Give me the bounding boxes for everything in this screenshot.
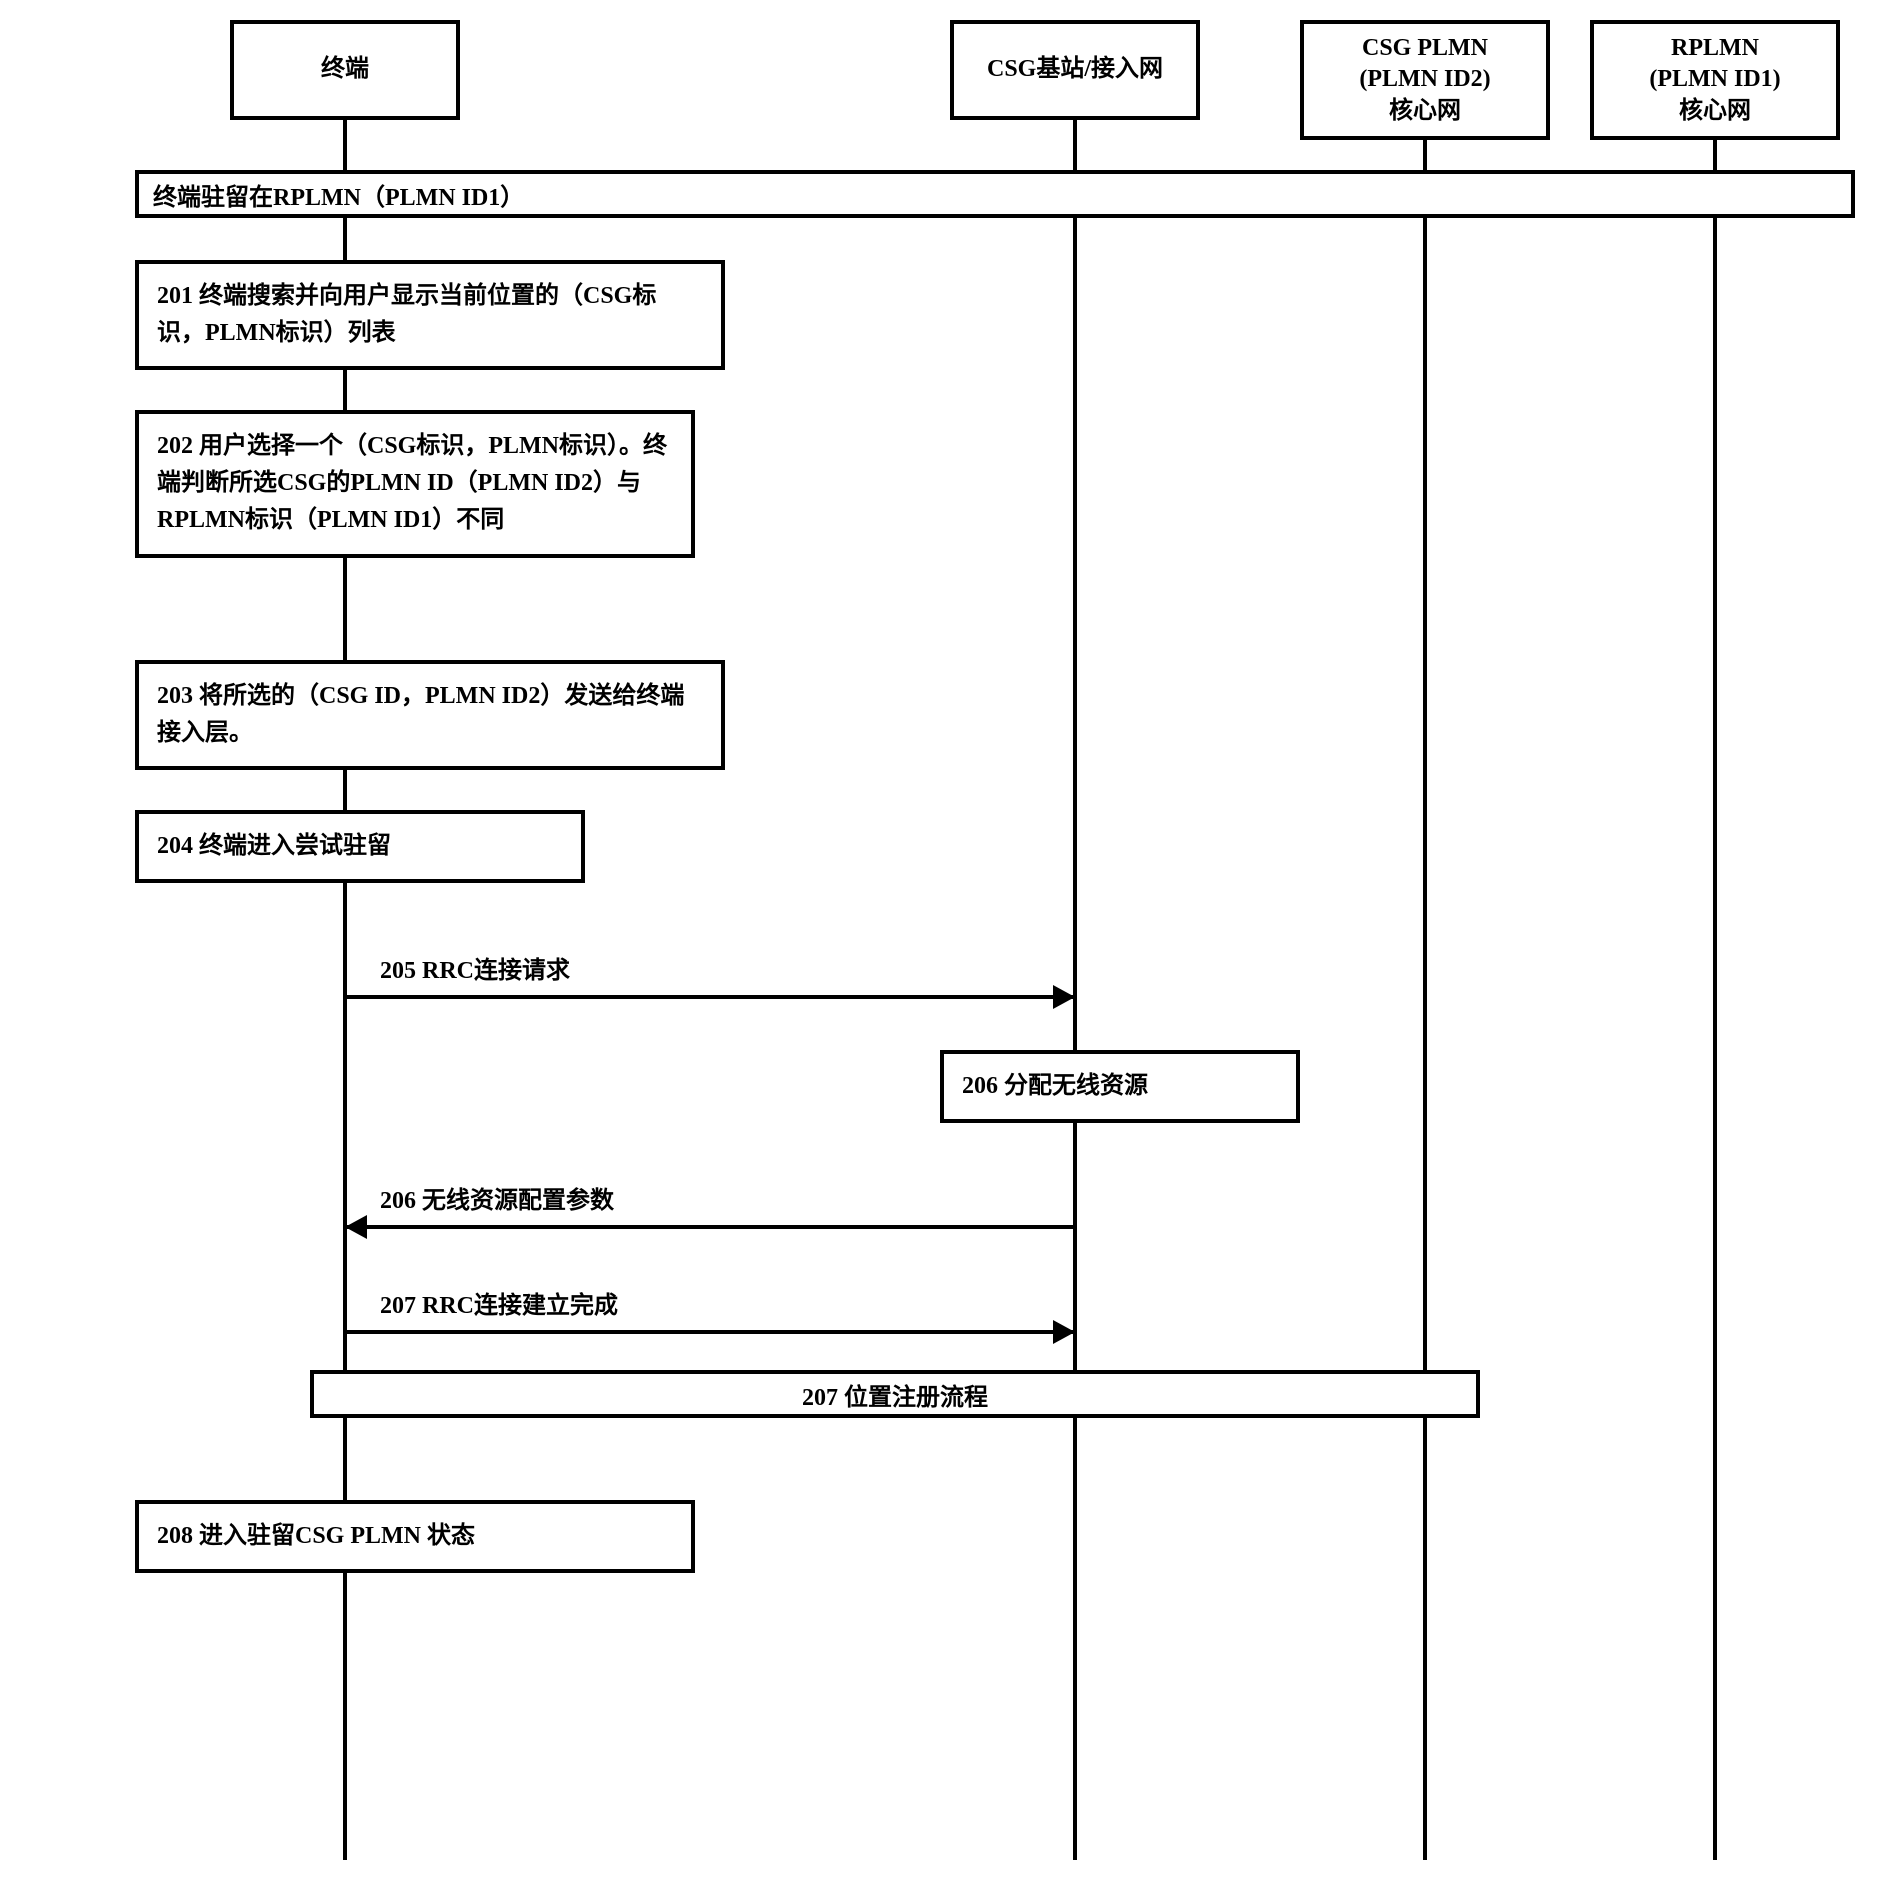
participant-rplmn: RPLMN (PLMN ID1) 核心网: [1590, 20, 1840, 140]
step-206-alloc: 206 分配无线资源: [940, 1050, 1300, 1123]
lifeline-rplmn: [1713, 140, 1717, 1860]
msg-205-arrow: [347, 995, 1073, 999]
step-202: 202 用户选择一个（CSG标识，PLMN标识）。终端判断所选CSG的PLMN …: [135, 410, 695, 558]
step-203: 203 将所选的（CSG ID，PLMN ID2）发送给终端接入层。: [135, 660, 725, 770]
participant-csg-bs: CSG基站/接入网: [950, 20, 1200, 120]
participant-rplmn-label: RPLMN (PLMN ID1) 核心网: [1649, 33, 1780, 127]
span-207-location-reg-label: 207 位置注册流程: [802, 1377, 988, 1412]
participant-terminal-label: 终端: [321, 54, 369, 85]
step-202-text: 202 用户选择一个（CSG标识，PLMN标识）。终端判断所选CSG的PLMN …: [157, 433, 667, 533]
step-206-alloc-text: 206 分配无线资源: [962, 1073, 1148, 1099]
step-208: 208 进入驻留CSG PLMN 状态: [135, 1500, 695, 1573]
step-201: 201 终端搜索并向用户显示当前位置的（CSG标识，PLMN标识）列表: [135, 260, 725, 370]
step-204-text: 204 终端进入尝试驻留: [157, 833, 391, 859]
msg-206-label: 206 无线资源配置参数: [380, 1180, 614, 1215]
step-201-text: 201 终端搜索并向用户显示当前位置的（CSG标识，PLMN标识）列表: [157, 283, 656, 346]
msg-207a-arrow: [347, 1330, 1073, 1334]
span-camp-rplmn: 终端驻留在RPLMN（PLMN ID1）: [135, 170, 1855, 218]
msg-206-arrow: [347, 1225, 1073, 1229]
msg-207a-label: 207 RRC连接建立完成: [380, 1285, 618, 1320]
participant-csg-plmn: CSG PLMN (PLMN ID2) 核心网: [1300, 20, 1550, 140]
participant-csg-plmn-label: CSG PLMN (PLMN ID2) 核心网: [1359, 33, 1490, 127]
span-207-location-reg: 207 位置注册流程: [310, 1370, 1480, 1418]
sequence-diagram: 终端 CSG基站/接入网 CSG PLMN (PLMN ID2) 核心网 RPL…: [20, 20, 1860, 1860]
step-203-text: 203 将所选的（CSG ID，PLMN ID2）发送给终端接入层。: [157, 683, 684, 746]
lifeline-terminal: [343, 120, 347, 1860]
participant-csg-bs-label: CSG基站/接入网: [987, 54, 1163, 85]
step-204: 204 终端进入尝试驻留: [135, 810, 585, 883]
participant-terminal: 终端: [230, 20, 460, 120]
span-camp-rplmn-label: 终端驻留在RPLMN（PLMN ID1）: [153, 177, 524, 212]
lifeline-csg-plmn: [1423, 140, 1427, 1860]
step-208-text: 208 进入驻留CSG PLMN 状态: [157, 1523, 475, 1549]
msg-205-label: 205 RRC连接请求: [380, 950, 570, 985]
